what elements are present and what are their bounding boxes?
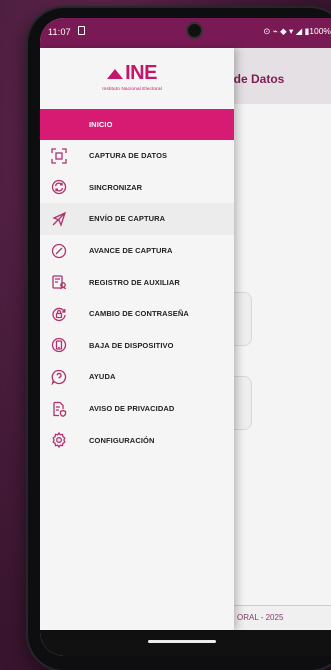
logo-wordmark: INE <box>125 62 157 84</box>
settings-icon <box>51 432 67 449</box>
menu-item-label: CAMBIO DE CONTRASEÑA <box>89 309 189 319</box>
help-icon <box>51 369 67 385</box>
footer-text: ORAL - 2025 <box>237 613 284 622</box>
scan-icon <box>51 148 67 164</box>
ine-logo: INE Instituto Nacional Electoral <box>82 62 182 92</box>
menu-item-label: AVISO DE PRIVACIDAD <box>89 404 175 414</box>
menu-item-label: CONFIGURACIÓN <box>89 435 155 445</box>
status-time: 11:07 <box>48 27 71 37</box>
menu-item-sincronizar[interactable]: SINCRONIZAR <box>40 172 234 204</box>
privacy-icon <box>51 401 67 417</box>
send-icon <box>51 211 67 227</box>
menu-item-registro-de-auxiliar[interactable]: REGISTRO DE AUXILIAR <box>40 266 234 298</box>
navigation-drawer: INE Instituto Nacional Electoral INICIO … <box>40 48 234 630</box>
sync-icon <box>51 179 67 195</box>
navigation-bar <box>40 630 331 656</box>
menu-item-label: AVANCE DE CAPTURA <box>89 246 173 256</box>
logo-subtitle: Instituto Nacional Electoral <box>102 87 162 92</box>
menu-item-label: INICIO <box>89 120 113 129</box>
progress-icon <box>51 243 67 259</box>
device-screen: 11:07 ⊙ ⌁ ◆ ▾ ◢ ▮100% n de Datos ORAL - … <box>40 18 331 656</box>
password-icon <box>51 306 67 322</box>
menu-item-cambio-de-contrasena[interactable]: CAMBIO DE CONTRASEÑA <box>40 298 234 330</box>
front-camera <box>188 24 201 37</box>
menu-item-envio-de-captura[interactable]: ENVÍO DE CAPTURA <box>40 203 234 235</box>
drawer-header: INE Instituto Nacional Electoral <box>40 48 234 110</box>
menu-item-label: ENVÍO DE CAPTURA <box>89 214 166 224</box>
menu-item-label: SINCRONIZAR <box>89 182 143 192</box>
menu-item-avance-de-captura[interactable]: AVANCE DE CAPTURA <box>40 235 234 267</box>
device-icon <box>51 337 67 353</box>
menu-item-label: CAPTURA DE DATOS <box>89 151 168 161</box>
menu-item-captura-de-datos[interactable]: CAPTURA DE DATOS <box>40 140 234 172</box>
status-icons: ⊙ ⌁ ◆ ▾ ◢ ▮100% <box>263 26 331 36</box>
drawer-menu: INICIO CAPTURA DE DATOS SINCRONIZAR ENVÍ… <box>40 109 234 456</box>
home-indicator[interactable] <box>148 640 216 643</box>
menu-item-label: BAJA DE DISPOSITIVO <box>89 340 174 350</box>
menu-item-aviso-de-privacidad[interactable]: AVISO DE PRIVACIDAD <box>40 393 234 425</box>
status-bar: 11:07 ⊙ ⌁ ◆ ▾ ◢ ▮100% <box>40 18 331 48</box>
register-icon <box>51 274 67 290</box>
menu-item-configuracion[interactable]: CONFIGURACIÓN <box>40 424 234 456</box>
menu-item-label: AYUDA <box>89 372 116 382</box>
menu-item-inicio[interactable]: INICIO <box>40 109 234 140</box>
menu-item-label: REGISTRO DE AUXILIAR <box>89 277 180 287</box>
ine-logo-mark <box>107 68 124 79</box>
menu-item-ayuda[interactable]: AYUDA <box>40 361 234 393</box>
sim-icon <box>78 26 85 35</box>
menu-item-baja-de-dispositivo[interactable]: BAJA DE DISPOSITIVO <box>40 330 234 362</box>
